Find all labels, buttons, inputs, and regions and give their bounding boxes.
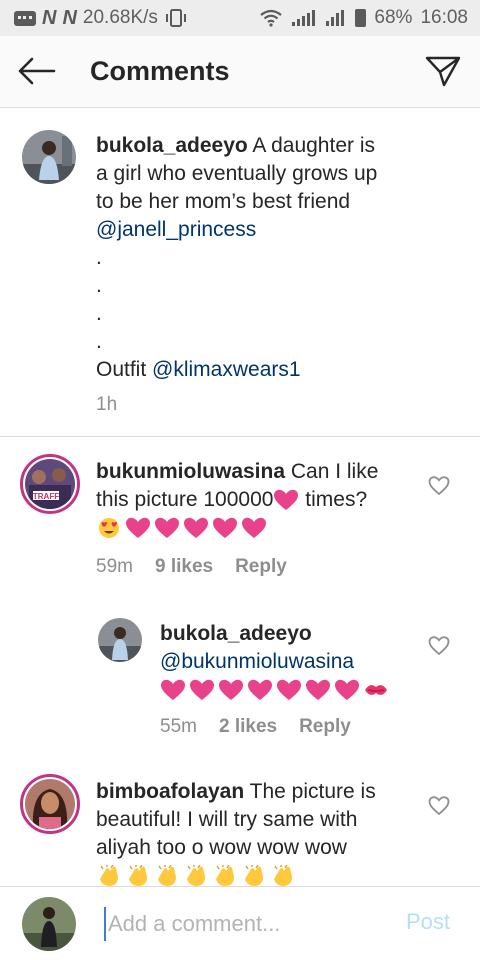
emoji-row [96,865,296,886]
signal-icon [326,10,345,26]
divider [0,436,480,437]
emoji-row [96,517,267,539]
page-title: Comments [90,56,230,86]
message-icon [14,10,36,26]
mention-link[interactable]: @klimaxwears1 [152,358,301,381]
arrow-left-icon [18,57,56,85]
comment-meta: 55m 2 likes Reply [160,716,351,738]
pink-heart-emoji-icon [213,518,237,539]
comment-meta: 59m 9 likes Reply [96,556,287,578]
status-bar: N N 20.68K/s 68% 16:08 [0,0,480,36]
clapping-hands-emoji-icon [245,865,263,886]
post-button[interactable]: Post [406,909,450,935]
clapping-hands-emoji-icon [129,865,147,886]
clapping-hands-emoji-icon [274,865,292,886]
kiss-mark-emoji-icon [365,685,387,696]
user-photo-icon [25,779,75,829]
reply-button[interactable]: Reply [235,556,287,578]
comment-time: 1h [96,394,118,415]
avatar-story-ring[interactable]: TRAFF [20,454,80,514]
emoji-row [160,679,389,701]
pink-heart-emoji-icon [161,680,185,701]
comment-username[interactable]: bukola_adeeyo [96,134,248,157]
pink-heart-emoji-icon [190,680,214,701]
clock: 16:08 [420,7,468,28]
pink-heart-emoji-icon [306,680,330,701]
comment-username[interactable]: bukunmioluwasina [96,460,285,483]
wifi-icon [260,9,283,27]
like-button[interactable] [428,796,450,816]
back-button[interactable] [16,56,56,86]
my-avatar [22,897,76,951]
pink-heart-emoji-icon [277,680,301,701]
heart-outline-icon [428,796,450,816]
signal-icon [292,10,316,26]
pink-heart-emoji-icon [126,518,150,539]
pink-heart-emoji-icon [219,680,243,701]
battery-icon [355,9,367,27]
network-n-icon: N [42,6,57,29]
clapping-hands-emoji-icon [187,865,205,886]
clapping-hands-emoji-icon [100,865,118,886]
comment-time: 55m [160,716,197,737]
mention-link[interactable]: @janell_princess [96,218,256,241]
heart-outline-icon [428,476,450,496]
pink-heart-emoji-icon [335,680,359,701]
comment-username[interactable]: bimboafolayan [96,780,244,803]
clapping-hands-emoji-icon [158,865,176,886]
comment-composer: Post [0,886,480,960]
user-photo-icon [22,897,76,951]
clapping-hands-emoji-icon [216,865,234,886]
heart-eyes-emoji-icon [99,518,119,539]
comment-input[interactable] [104,907,384,941]
pink-heart-emoji-icon [184,518,208,539]
comment-username[interactable]: bukola_adeeyo [160,622,312,645]
user-photo-icon [22,130,76,184]
avatar-badge-text: TRAFF [33,492,59,501]
comment-time: 59m [96,556,133,577]
user-photo-icon [98,618,142,662]
network-n-icon: N [62,6,77,29]
avatar-story-ring[interactable] [20,774,80,834]
like-button[interactable] [428,636,450,656]
battery-level: 68% [374,7,413,28]
like-button[interactable] [428,476,450,496]
paper-plane-icon [425,56,461,87]
comment-body: bukunmioluwasina Can I like this picture… [96,458,416,542]
vibrate-icon [165,9,186,27]
comment-body: bukola_adeeyo A daughter is a girl who e… [96,134,378,381]
pink-heart-emoji-icon [274,490,299,511]
avatar[interactable] [22,130,76,184]
share-button[interactable] [424,54,462,88]
likes-count[interactable]: 9 likes [155,556,213,578]
pink-heart-emoji-icon [248,680,272,701]
comment-body: bimboafolayan The picture is beautiful! … [96,778,416,886]
pink-heart-emoji-icon [242,518,266,539]
likes-count[interactable]: 2 likes [219,716,277,738]
mention-link[interactable]: @bukunmioluwasina [160,650,354,673]
avatar[interactable] [98,618,142,662]
user-photo-icon: TRAFF [25,459,75,509]
heart-outline-icon [428,636,450,656]
network-speed: 20.68K/s [82,7,158,28]
pink-heart-emoji-icon [155,518,179,539]
comment-body: bukola_adeeyo @bukunmioluwasina [160,620,450,704]
header-bar: Comments [0,36,480,108]
reply-button[interactable]: Reply [299,716,351,738]
comments-list[interactable]: bukola_adeeyo A daughter is a girl who e… [0,108,480,886]
comment-meta: 1h [96,394,117,416]
